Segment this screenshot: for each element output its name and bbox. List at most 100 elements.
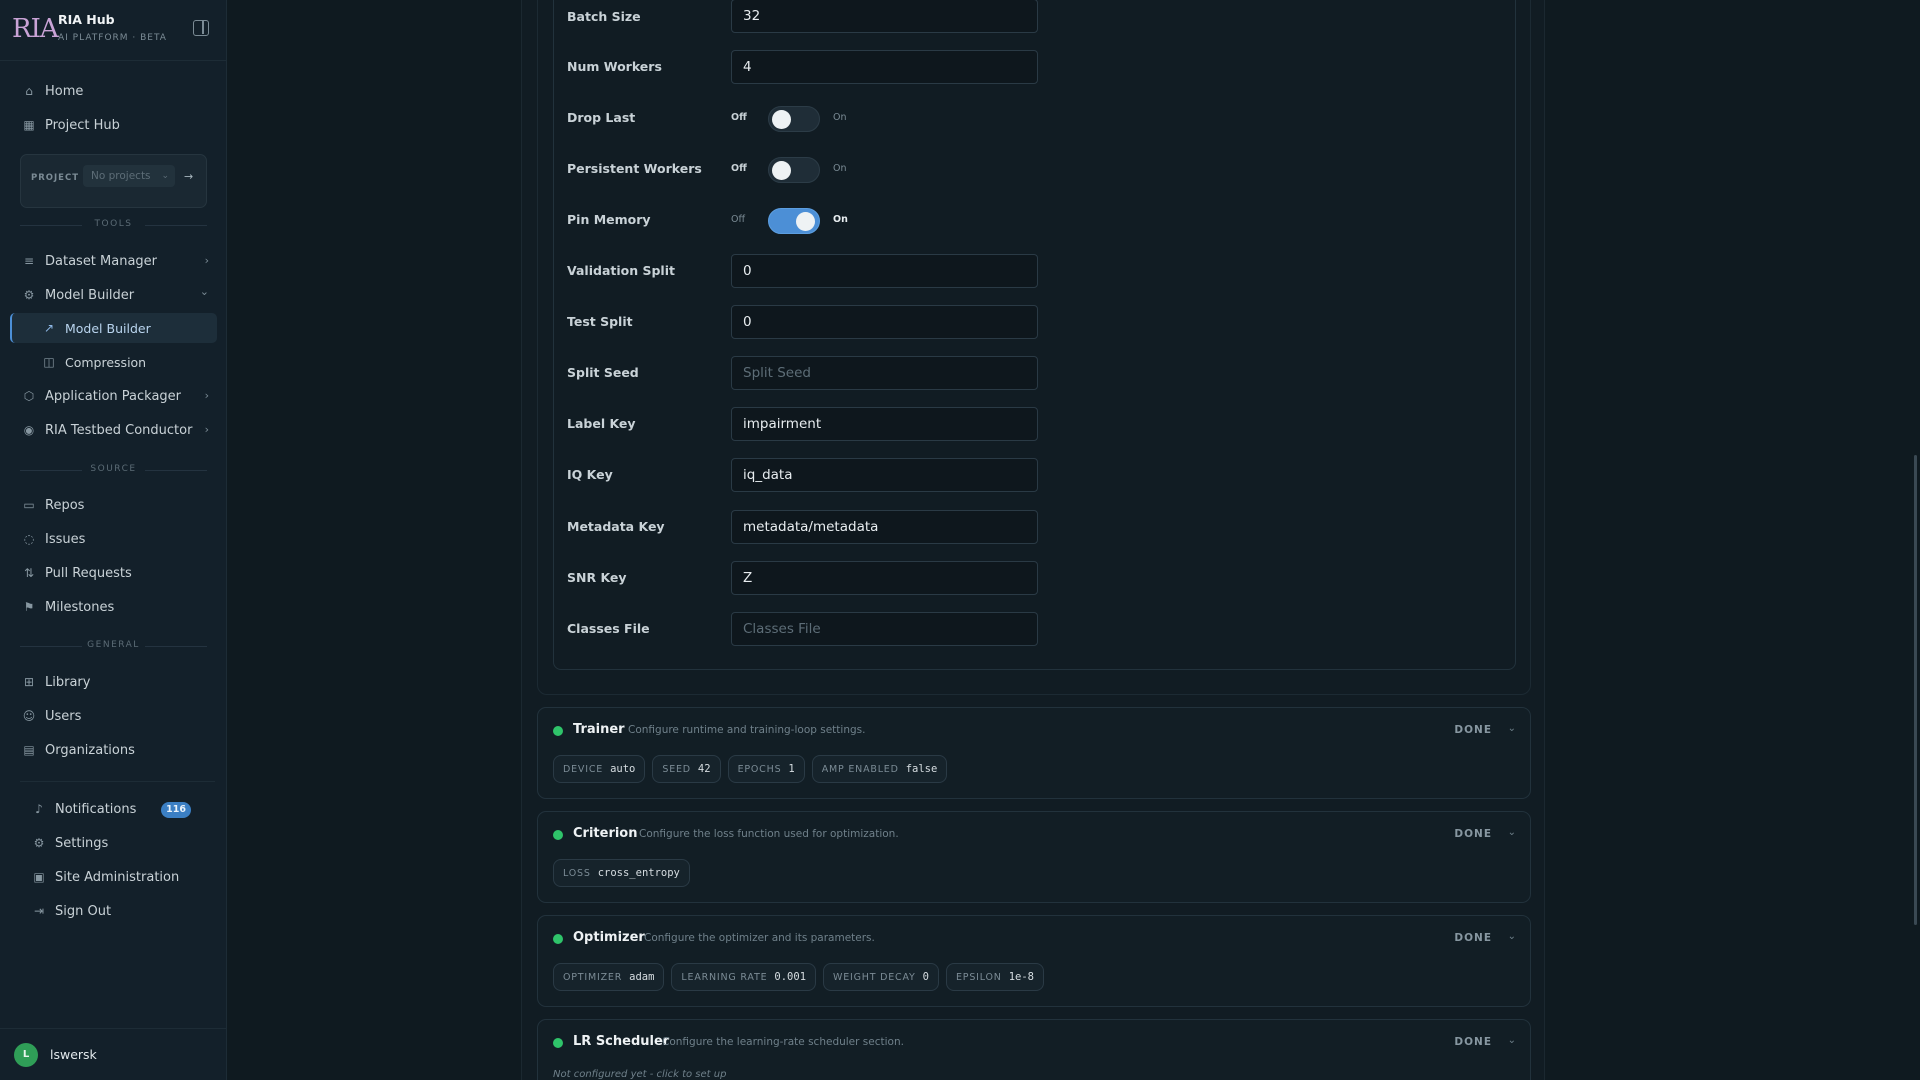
section-source: SOURCE	[20, 464, 207, 476]
num-workers-input[interactable]: 4	[731, 50, 1038, 84]
field-num-workers: Num Workers 4	[567, 50, 1067, 84]
chevron-down-icon[interactable]: ⌄	[1508, 723, 1516, 734]
sidebar: RIA RIA Hub AI PLATFORM · BETA ⌂ Home ▦ …	[0, 0, 227, 1080]
nav-label: Dataset Manager	[45, 253, 158, 269]
batch-size-input[interactable]: 32	[731, 0, 1038, 33]
toggle-knob	[772, 110, 791, 129]
chip-value: cross_entropy	[597, 867, 680, 879]
toggle-knob	[796, 212, 815, 231]
chip-list: DEVICE auto SEED 42 EPOCHS 1 AMP ENABLED fal…	[553, 755, 948, 783]
pin-memory-toggle[interactable]	[768, 208, 820, 234]
nav-notifications[interactable]: ♪ Notifications 116	[22, 794, 217, 824]
nav-library[interactable]: ⊞ Library	[12, 667, 217, 697]
nav-dataset-manager[interactable]: ≡ Dataset Manager ›	[12, 246, 217, 276]
classes-file-input[interactable]: Classes File	[731, 612, 1038, 646]
scrollbar-thumb[interactable]	[1914, 455, 1917, 925]
brand-title: RIA Hub	[58, 12, 115, 27]
chevron-down-icon[interactable]: ⌄	[1508, 827, 1516, 838]
chevron-right-icon: ›	[204, 389, 209, 402]
admin-icon: ▣	[33, 870, 45, 884]
nav-sign-out[interactable]: ⇥ Sign Out	[22, 896, 217, 926]
nav-compression[interactable]: ◫ Compression	[22, 347, 217, 377]
divider	[20, 781, 215, 782]
nav-pull-requests[interactable]: ⇅ Pull Requests	[12, 558, 217, 588]
lr-scheduler-section[interactable]: LR Scheduler Configure the learning-rate…	[537, 1019, 1531, 1080]
persistent-workers-toggle-group: Off On	[731, 157, 871, 183]
pull-request-icon: ⇅	[23, 566, 35, 580]
nav-testbed-conductor[interactable]: ◉ RIA Testbed Conductor ›	[12, 415, 217, 445]
nav-application-packager[interactable]: ⬡ Application Packager ›	[12, 381, 217, 411]
chip-optimizer: OPTIMIZER adam	[553, 963, 665, 991]
not-configured-note[interactable]: Not configured yet - click to set up	[553, 1069, 726, 1080]
nav-model-builder[interactable]: ⚙ Model Builder ⌄	[12, 280, 217, 310]
optimizer-section[interactable]: Optimizer Configure the optimizer and it…	[537, 915, 1531, 1007]
field-label: Drop Last	[567, 110, 636, 125]
user-icon: ☺	[22, 709, 36, 723]
nav-settings[interactable]: ⚙ Settings	[22, 828, 217, 858]
chip-amp-enabled: AMP ENABLED false	[811, 755, 948, 783]
project-go-button[interactable]: →	[184, 170, 193, 183]
toggle-on-label: On	[833, 112, 847, 123]
section-title: Trainer	[573, 722, 625, 737]
chip-key: DEVICE	[563, 763, 604, 775]
project-label: PROJECT	[31, 173, 80, 183]
split-seed-input[interactable]: Split Seed	[731, 356, 1038, 390]
section-title: Optimizer	[573, 930, 645, 945]
trainer-section[interactable]: Trainer Configure runtime and training-l…	[537, 707, 1531, 799]
nav-milestones[interactable]: ⚑ Milestones	[12, 592, 217, 622]
chip-value: 1	[788, 763, 795, 775]
criterion-section[interactable]: Criterion Configure the loss function us…	[537, 811, 1531, 903]
field-label: Num Workers	[567, 59, 662, 74]
avatar: L	[14, 1043, 38, 1067]
chip-seed: SEED 42	[652, 755, 721, 783]
compress-icon: ◫	[43, 355, 55, 369]
chevron-right-icon: ›	[204, 254, 209, 267]
section-description: Configure runtime and training-loop sett…	[628, 724, 866, 736]
brand[interactable]: RIA RIA Hub AI PLATFORM · BETA	[12, 10, 217, 50]
nav-label: Compression	[65, 354, 147, 370]
board-icon: ▦	[23, 118, 35, 132]
user-bar[interactable]: L lswersk	[0, 1028, 227, 1080]
field-drop-last: Drop Last Off On	[567, 101, 1067, 135]
nav-home[interactable]: ⌂ Home	[12, 76, 217, 106]
chevron-down-icon[interactable]: ⌄	[1508, 1035, 1516, 1046]
chip-value: 1e-8	[1008, 971, 1034, 983]
brand-subtitle: AI PLATFORM · BETA	[58, 33, 167, 43]
nav-label: Settings	[55, 835, 109, 851]
status-dot	[553, 934, 563, 944]
persistent-workers-toggle[interactable]	[768, 157, 820, 183]
chip-device: DEVICE auto	[553, 755, 646, 783]
nav-users[interactable]: ☺ Users	[12, 701, 217, 731]
chip-key: SEED	[662, 763, 691, 775]
nav-model-builder-sub[interactable]: ↗ Model Builder	[10, 313, 217, 343]
chart-icon: ↗	[43, 321, 55, 335]
snr-key-input[interactable]: Z	[731, 561, 1038, 595]
project-dropdown[interactable]: No projects ⌄	[83, 165, 175, 187]
nav-project-hub[interactable]: ▦ Project Hub	[12, 110, 217, 140]
nav-repos[interactable]: ▭ Repos	[12, 490, 217, 520]
chip-key: LOSS	[563, 867, 591, 879]
test-split-input[interactable]: 0	[731, 305, 1038, 339]
status-badge: DONE	[1454, 724, 1492, 736]
pin-memory-toggle-group: Off On	[731, 208, 871, 234]
chip-epsilon: EPSILON 1e-8	[945, 963, 1044, 991]
drop-last-toggle-group: Off On	[731, 106, 871, 132]
nav-label: Organizations	[45, 742, 135, 758]
metadata-key-input[interactable]: metadata/metadata	[731, 510, 1038, 544]
chevron-down-icon[interactable]: ⌄	[1508, 931, 1516, 942]
field-split-seed: Split Seed Split Seed	[567, 356, 1067, 390]
drop-last-toggle[interactable]	[768, 106, 820, 132]
toggle-off-label: Off	[731, 163, 747, 174]
nav-issues[interactable]: ◌ Issues	[12, 524, 217, 554]
field-classes-file: Classes File Classes File	[567, 612, 1067, 646]
nav-site-administration[interactable]: ▣ Site Administration	[22, 862, 217, 892]
nav-label: Notifications	[55, 801, 137, 817]
nav-organizations[interactable]: ▤ Organizations	[12, 735, 217, 765]
collapse-sidebar-icon[interactable]	[193, 20, 209, 36]
validation-split-input[interactable]: 0	[731, 254, 1038, 288]
section-description: Configure the loss function used for opt…	[639, 828, 899, 840]
iq-key-input[interactable]: iq_data	[731, 458, 1038, 492]
nav-label: Model Builder	[45, 287, 135, 303]
label-key-input[interactable]: impairment	[731, 407, 1038, 441]
repo-icon: ▭	[23, 498, 35, 512]
